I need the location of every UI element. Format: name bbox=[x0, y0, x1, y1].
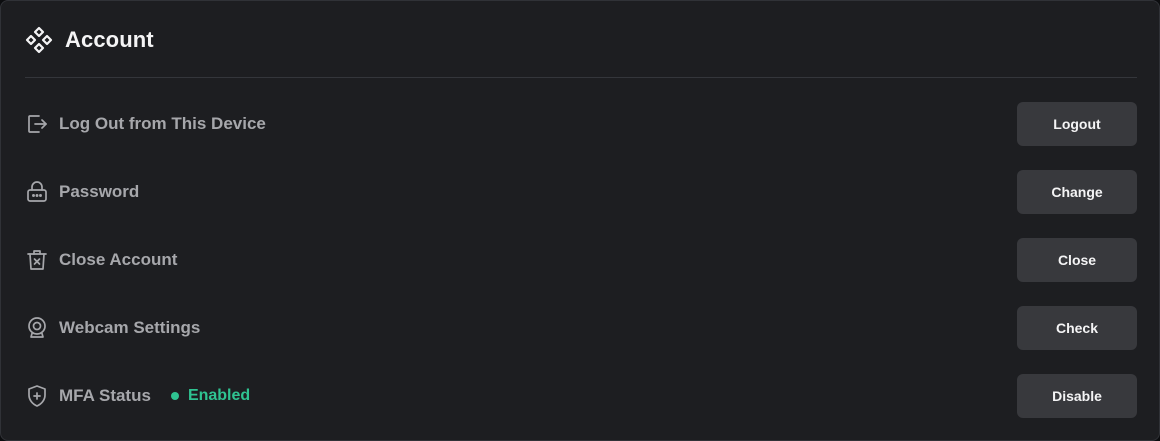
diamond-grid-icon bbox=[25, 26, 53, 54]
check-webcam-button[interactable]: Check bbox=[1017, 306, 1137, 350]
row-webcam-settings: Webcam Settings Check bbox=[25, 306, 1137, 350]
row-close-account: Close Account Close bbox=[25, 238, 1137, 282]
status-text: Enabled bbox=[187, 387, 251, 404]
close-account-button[interactable]: Close bbox=[1017, 238, 1137, 282]
page-title: Account bbox=[65, 27, 154, 52]
status-dot bbox=[170, 392, 179, 400]
change-password-button[interactable]: Change bbox=[1017, 170, 1137, 214]
trash-x-icon bbox=[25, 248, 49, 272]
header-divider bbox=[25, 77, 1137, 78]
shield-plus-icon bbox=[25, 384, 49, 408]
row-label-password: Password bbox=[59, 182, 140, 201]
row-label-close-account: Close Account bbox=[59, 250, 178, 269]
row-label-mfa-status: MFA Status bbox=[59, 386, 151, 405]
lock-icon bbox=[25, 180, 49, 204]
logout-button[interactable]: Logout bbox=[1017, 102, 1137, 146]
row-label-logout: Log Out from This Device bbox=[59, 114, 266, 133]
panel-header: Account bbox=[25, 23, 154, 57]
logout-icon bbox=[25, 112, 49, 136]
disable-mfa-button[interactable]: Disable bbox=[1017, 374, 1137, 418]
account-panel: Account Log Out from This Device Logout … bbox=[0, 0, 1160, 441]
row-mfa-status: MFA Status Enabled Disable bbox=[25, 374, 1137, 418]
webcam-icon bbox=[25, 316, 49, 340]
row-password: Password Change bbox=[25, 170, 1137, 214]
row-label-webcam-settings: Webcam Settings bbox=[59, 318, 201, 337]
row-logout: Log Out from This Device Logout bbox=[25, 102, 1137, 146]
status-badge: Enabled bbox=[170, 387, 251, 405]
